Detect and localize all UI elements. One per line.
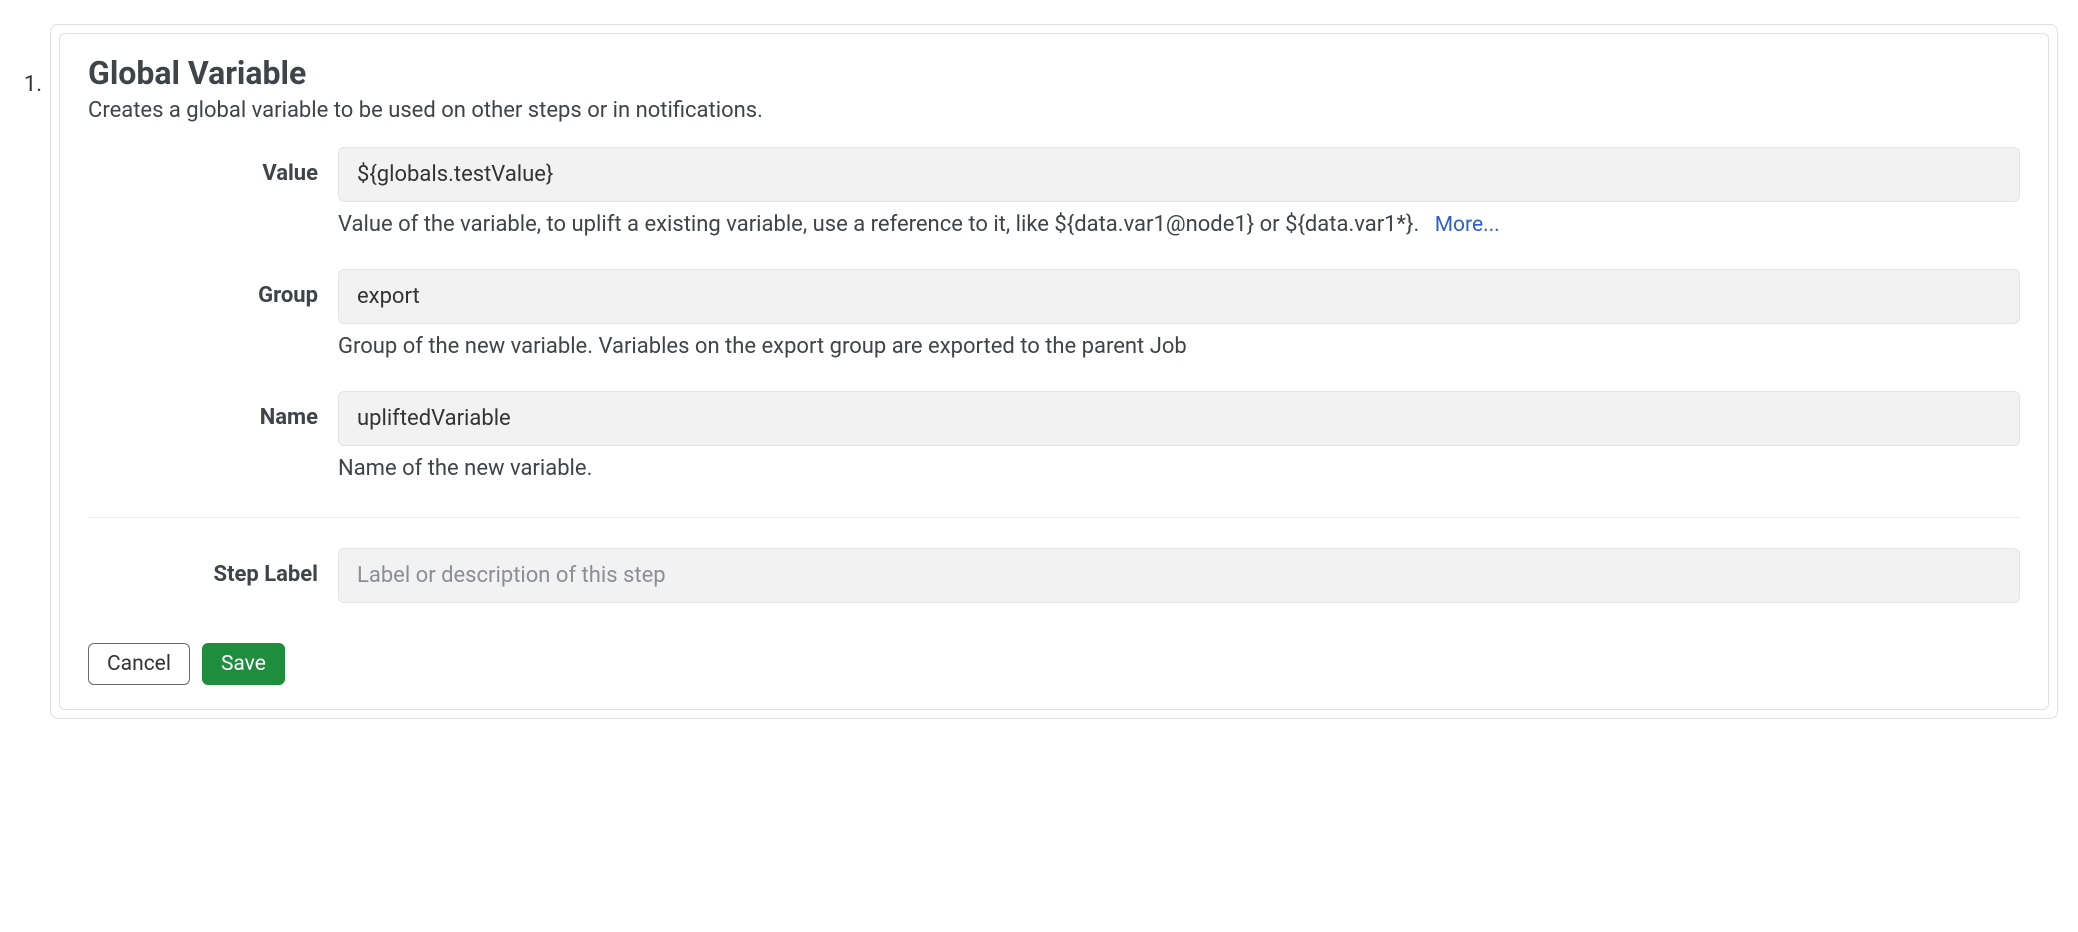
panel-inner: Global Variable Creates a global variabl… xyxy=(59,33,2049,710)
button-row: Cancel Save xyxy=(88,643,2020,685)
group-help: Group of the new variable. Variables on … xyxy=(338,334,2020,359)
divider xyxy=(88,517,2020,518)
label-col-step-label: Step Label xyxy=(88,548,338,587)
panel-title: Global Variable xyxy=(88,54,2020,92)
value-help-text: Value of the variable, to uplift a exist… xyxy=(338,212,1419,237)
input-col-value: Value of the variable, to uplift a exist… xyxy=(338,147,2020,269)
input-col-name: Name of the new variable. xyxy=(338,391,2020,513)
label-col-name: Name xyxy=(88,391,338,430)
name-label: Name xyxy=(260,405,318,430)
group-label: Group xyxy=(258,283,318,308)
cancel-button[interactable]: Cancel xyxy=(88,643,190,685)
name-help: Name of the new variable. xyxy=(338,456,2020,481)
value-help: Value of the variable, to uplift a exist… xyxy=(338,212,2020,237)
input-col-step-label xyxy=(338,548,2020,603)
step-label-label: Step Label xyxy=(214,562,318,587)
row-name: Name Name of the new variable. xyxy=(88,391,2020,513)
step-number: 1. xyxy=(20,24,42,97)
input-col-group: Group of the new variable. Variables on … xyxy=(338,269,2020,391)
panel-subtitle: Creates a global variable to be used on … xyxy=(88,98,2020,123)
row-group: Group Group of the new variable. Variabl… xyxy=(88,269,2020,391)
value-input[interactable] xyxy=(338,147,2020,202)
value-label: Value xyxy=(262,161,318,186)
label-col-value: Value xyxy=(88,147,338,186)
save-button[interactable]: Save xyxy=(202,643,285,685)
value-more-link[interactable]: More... xyxy=(1435,213,1500,237)
label-col-group: Group xyxy=(88,269,338,308)
name-input[interactable] xyxy=(338,391,2020,446)
step-container: 1. Global Variable Creates a global vari… xyxy=(20,0,2058,719)
row-value: Value Value of the variable, to uplift a… xyxy=(88,147,2020,269)
group-input[interactable] xyxy=(338,269,2020,324)
step-label-input[interactable] xyxy=(338,548,2020,603)
row-step-label: Step Label xyxy=(88,548,2020,603)
panel-outer: Global Variable Creates a global variabl… xyxy=(50,24,2058,719)
